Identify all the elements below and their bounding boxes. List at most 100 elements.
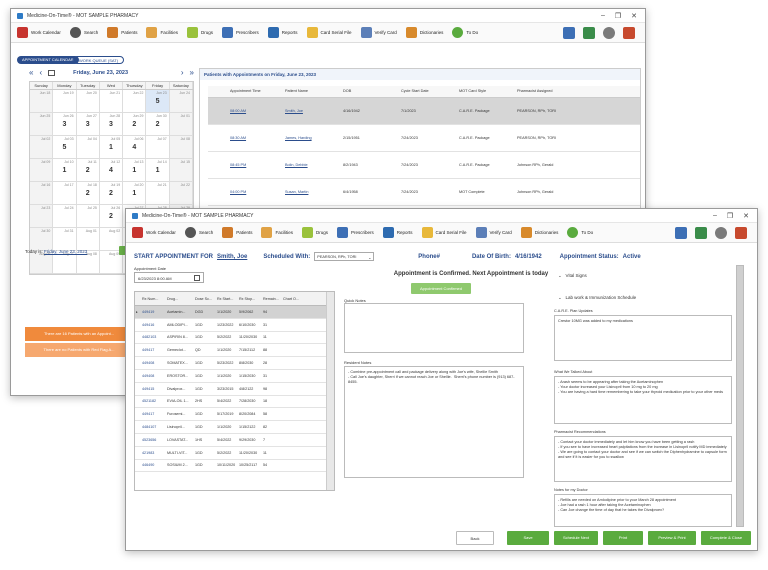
calendar-day-cell[interactable]: Jul 08	[169, 136, 193, 158]
appointment-time-link[interactable]: 08:00 AM	[228, 106, 283, 116]
patient-name-link[interactable]: Bolin, Debbie	[283, 160, 341, 170]
print-button[interactable]: Print	[603, 531, 643, 545]
calendar-day-cell[interactable]: Jul 18 2	[77, 182, 100, 204]
table-row[interactable]: ▸ 449419 Acetamin... DGD 1/1/2020 5/9/2062 94	[135, 306, 334, 319]
calendar-day-cell[interactable]: Jul 14 1	[146, 159, 170, 181]
rx-number-link[interactable]: 449417	[141, 348, 166, 352]
prev-month-icon[interactable]: «	[29, 68, 33, 77]
quick-notes-field[interactable]	[344, 303, 524, 353]
table-row[interactable]: 08:00 AM Smith, Joe 4/16/1942 7/1/2023 C.A.R…	[208, 98, 640, 125]
column-header[interactable]: Patient Name	[283, 86, 341, 97]
patient-name-link[interactable]: James, Harding	[283, 133, 341, 143]
calendar-day-cell[interactable]: Aug 06	[30, 251, 54, 273]
calendar-day-cell[interactable]: Jul 11 2	[77, 159, 100, 181]
toolbar-facilities[interactable]: Facilities	[146, 27, 178, 38]
table-row[interactable]: 4482103 ASPIRIN 8... 1GD 5/2/2022 11/20/2030…	[135, 332, 334, 345]
schedule-next-button[interactable]: Schedule Next	[554, 531, 598, 545]
calendar-icon[interactable]	[194, 275, 200, 281]
column-header[interactable]	[208, 86, 228, 97]
toolbar-work-calendar[interactable]: Work Calendar	[17, 27, 61, 38]
patient-name-link[interactable]: Smith, Joe	[283, 106, 341, 116]
talked-field[interactable]: - Arash seems to be appearing after taki…	[554, 376, 732, 424]
calendar-day-cell[interactable]: Jun 20	[77, 90, 100, 112]
rx-number-link[interactable]: 449408	[141, 374, 166, 378]
rx-number-link[interactable]: 449408	[141, 361, 166, 365]
table-row[interactable]: 4484107 Lisinopril... 1GD 1/1/2020 1/15/2122…	[135, 421, 334, 434]
calendar-day-cell[interactable]: Jun 29 2	[123, 113, 147, 135]
toolbar-patients[interactable]: Patients	[107, 27, 137, 38]
calendar-day-cell[interactable]: Jul 05 1	[100, 136, 124, 158]
appointment-confirmed-button[interactable]: Appointment Confirmed	[411, 283, 471, 294]
toolbar-drugs[interactable]: Drugs	[186, 27, 213, 38]
calendar-picker-icon[interactable]	[48, 69, 56, 76]
tab-appointment-calendar[interactable]: APPOINTMENT CALENDAR	[17, 56, 79, 64]
table-row[interactable]: 08:45 PM Bolin, Debbie 8/2/1943 7/24/2023 C.…	[208, 152, 640, 179]
table-row[interactable]: 4523656 LOVASTAT... 1HS 5/4/2022 9/29/2030 7	[135, 434, 334, 447]
column-header[interactable]: Dose Sc...	[194, 297, 216, 301]
toolbar-work-calendar[interactable]: Work Calendar	[132, 227, 176, 238]
prev-day-icon[interactable]: ‹	[39, 68, 42, 77]
preview-print-button[interactable]: Preview & Print	[648, 531, 696, 545]
rx-number-link[interactable]: 449417	[141, 412, 166, 416]
toolbar-search[interactable]: Search	[184, 227, 213, 238]
user-icon[interactable]	[563, 26, 575, 39]
calendar-day-cell[interactable]: Jul 04	[77, 136, 100, 158]
minimize-icon[interactable]: –	[601, 12, 605, 20]
toolbar-verify-card[interactable]: Verify Card	[475, 227, 512, 238]
calendar-day-cell[interactable]: Jul 17	[53, 182, 77, 204]
table-row[interactable]: 449408 EROSTOR... 1GD 1/1/2020 1/15/2030 31	[135, 370, 334, 383]
today-link[interactable]: Friday, June 23, 2023	[44, 249, 87, 254]
toolbar-facilities[interactable]: Facilities	[261, 227, 293, 238]
table-row[interactable]: 04:00 PM Susan, Martin 6/4/1958 7/24/2023 MO…	[208, 179, 640, 206]
calendar-day-cell[interactable]: Jul 21	[146, 182, 170, 204]
appointment-time-link[interactable]: 08:45 PM	[228, 160, 283, 170]
pharmacy-icon[interactable]	[583, 26, 595, 39]
rx-number-link[interactable]: 4484107	[141, 425, 166, 429]
toolbar-search[interactable]: Search	[69, 27, 98, 38]
calendar-day-cell[interactable]: Aug 08	[77, 251, 100, 273]
next-day-icon[interactable]: ›	[181, 68, 184, 77]
calendar-day-cell[interactable]: Jun 26 3	[53, 113, 77, 135]
table-row[interactable]: 421983 MULTI-VIT... 1GD 5/2/2022 11/20/2030 1…	[135, 447, 334, 460]
toolbar-card-serial[interactable]: Card Serial File	[421, 227, 467, 238]
table-row[interactable]: 08:30 AM James, Harding 2/15/1951 7/24/2023…	[208, 125, 640, 152]
table-row[interactable]: 4521182 EVIA-OIL 1... 2HS 5/4/2022 7/28/2030…	[135, 396, 334, 409]
table-row[interactable]: 446490 SOSIUM 2... 1GD 10/11/2020 10/25/2117…	[135, 460, 334, 473]
toolbar-prescribers[interactable]: Prescribers	[337, 227, 374, 238]
pharmacist-recs-field[interactable]: - Contact your doctor immediately and le…	[554, 436, 732, 482]
pharmacy-icon[interactable]	[695, 226, 707, 239]
calendar-day-cell[interactable]: Jun 21	[100, 90, 124, 112]
calendar-day-cell[interactable]: Jun 30 2	[146, 113, 170, 135]
column-header[interactable]: Appointment Time	[228, 86, 283, 97]
calendar-day-cell[interactable]: Jun 23 5	[146, 90, 170, 112]
calendar-day-cell[interactable]: Jul 30	[30, 228, 54, 250]
table-row[interactable]: 449416 AMLODIPI... 1GD 1/23/2022 6/10/2030 31	[135, 319, 334, 332]
column-header[interactable]: Remain...	[262, 297, 282, 301]
toolbar-reports[interactable]: Reports	[382, 227, 413, 238]
rx-number-link[interactable]: 421983	[141, 451, 166, 455]
calendar-day-cell[interactable]: Jul 15	[169, 159, 193, 181]
appointments-banner[interactable]: There are 16 Patients with an Appoint...	[25, 327, 133, 341]
care-panel-scrollbar[interactable]	[736, 265, 744, 527]
restore-icon[interactable]: ❐	[727, 212, 733, 220]
table-row[interactable]: 449415 Divalprox... 1GD 3/23/2015 4/8/2122 98	[135, 383, 334, 396]
toolbar-todo[interactable]: To Do	[567, 227, 593, 238]
restore-icon[interactable]: ❐	[615, 12, 621, 20]
toolbar-dictionaries[interactable]: Dictionaries	[520, 227, 558, 238]
resident-notes-field[interactable]: - Combine pre-appointment call and packa…	[344, 366, 524, 478]
toolbar-verify-card[interactable]: Verify Card	[360, 27, 397, 38]
column-header[interactable]: DOB	[341, 86, 399, 97]
calendar-day-cell[interactable]: Jul 24	[53, 205, 77, 227]
calendar-day-cell[interactable]: Jul 12 4	[100, 159, 124, 181]
table-row[interactable]: 449408 SOMATEX... 1GD 5/23/2022 8/8/2030 28	[135, 357, 334, 370]
calendar-day-cell[interactable]: Jul 25	[77, 205, 100, 227]
calendar-day-cell[interactable]: Aug 07	[53, 251, 77, 273]
vital-signs-expander[interactable]: ⌄ Vital Signs	[558, 273, 587, 279]
calendar-day-cell[interactable]: Jul 09	[30, 159, 54, 181]
toolbar-card-serial[interactable]: Card Serial File	[306, 27, 352, 38]
doctor-notes-field[interactable]: - Refills are needed on Amlodipine prior…	[554, 494, 732, 527]
calendar-day-cell[interactable]: Jun 28 3	[100, 113, 124, 135]
rx-number-link[interactable]: 449416	[141, 323, 166, 327]
calendar-day-cell[interactable]: Jun 18	[30, 90, 54, 112]
patient-name-link[interactable]: Susan, Martin	[283, 187, 341, 197]
